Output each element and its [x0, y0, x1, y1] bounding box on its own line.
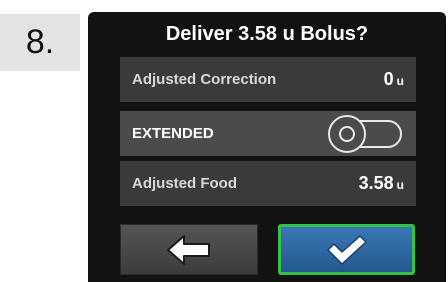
confirm-button[interactable] — [278, 224, 415, 275]
step-number: 8. — [0, 14, 80, 71]
adjusted-correction-row: Adjusted Correction 0u — [120, 57, 416, 102]
adjusted-food-number: 3.58 — [358, 173, 394, 193]
adjusted-correction-number: 0 — [383, 69, 394, 89]
back-button[interactable] — [120, 224, 258, 275]
adjusted-correction-value: 0u — [384, 69, 404, 90]
adjusted-food-value: 3.58 u — [359, 173, 404, 194]
pump-screen: Deliver 3.58 u Bolus? Adjusted Correctio… — [88, 12, 446, 282]
extended-label: EXTENDED — [132, 125, 214, 142]
adjusted-food-row: Adjusted Food 3.58 u — [120, 161, 416, 206]
extended-row[interactable]: EXTENDED — [120, 111, 416, 156]
adjusted-correction-label: Adjusted Correction — [132, 71, 277, 88]
extended-toggle[interactable] — [328, 114, 404, 153]
adjusted-food-label: Adjusted Food — [132, 175, 237, 192]
adjusted-food-unit: u — [396, 178, 404, 192]
toggle-off-icon — [328, 114, 366, 153]
dialog-title: Deliver 3.58 u Bolus? — [165, 23, 369, 45]
back-arrow-icon — [167, 234, 210, 265]
checkmark-icon — [326, 234, 367, 265]
adjusted-correction-unit: u — [396, 74, 404, 88]
